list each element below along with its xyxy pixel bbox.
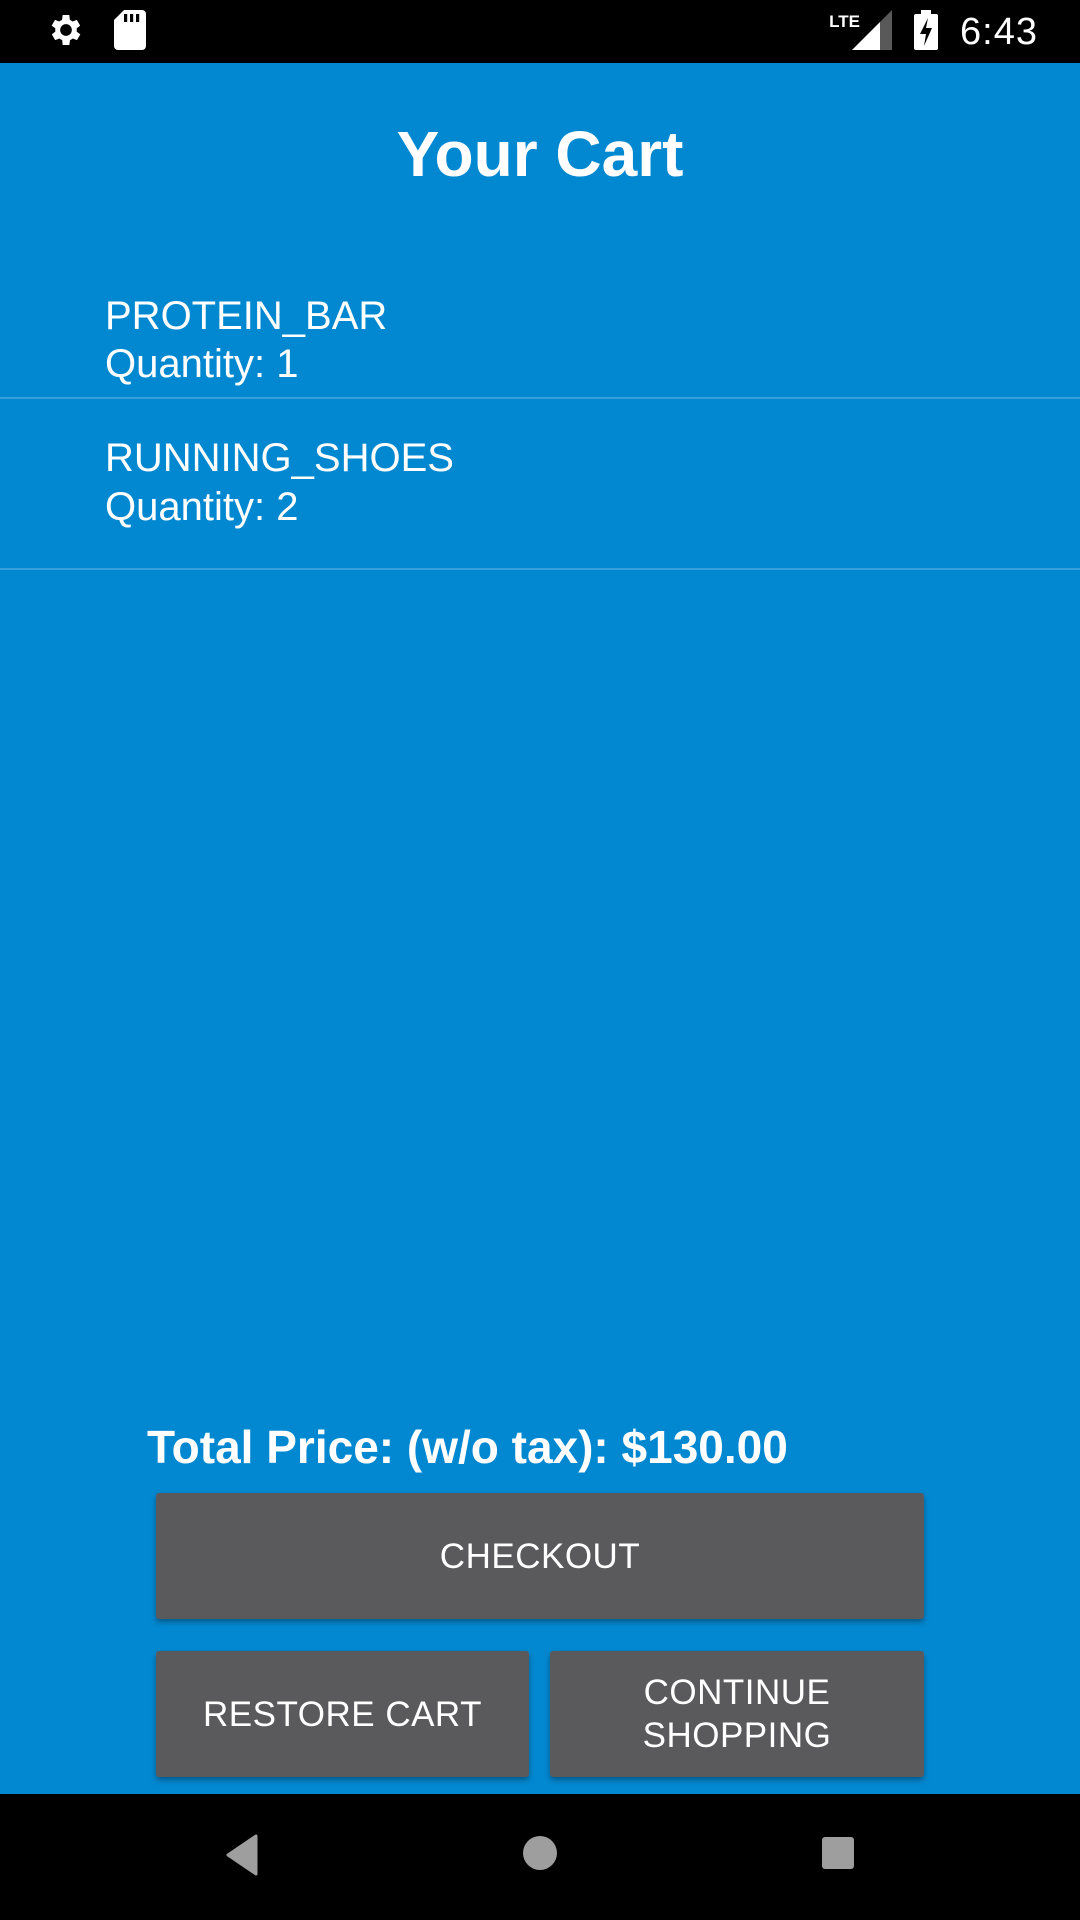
status-bar: LTE 6:43: [0, 0, 1080, 63]
screen: LTE 6:43 Your Cart PROTEIN_BAR Quantity:…: [0, 0, 1080, 1920]
total-price: Total Price: (w/o tax): $130.00: [147, 1421, 788, 1473]
item-quantity: Quantity: 2: [105, 485, 299, 529]
item-quantity: Quantity: 1: [105, 342, 299, 386]
continue-label-line2: SHOPPING: [642, 1716, 832, 1755]
restore-cart-button[interactable]: RESTORE CART: [156, 1651, 529, 1777]
navigation-bar: [0, 1794, 1080, 1920]
page-title: Your Cart: [396, 118, 684, 190]
item-name: PROTEIN_BAR: [105, 294, 388, 338]
recents-icon[interactable]: [821, 1836, 855, 1875]
continue-shopping-button[interactable]: CONTINUE SHOPPING: [550, 1651, 924, 1777]
continue-label-line1: CONTINUE: [643, 1673, 831, 1712]
cart-item[interactable]: RUNNING_SHOES Quantity: 2: [0, 399, 1080, 570]
cart-item[interactable]: PROTEIN_BAR Quantity: 1: [0, 228, 1080, 399]
back-icon[interactable]: [224, 1834, 260, 1881]
home-icon[interactable]: [521, 1834, 559, 1877]
battery-charging-icon: [914, 9, 939, 55]
lte-label: LTE: [829, 12, 861, 31]
checkout-button[interactable]: CHECKOUT: [156, 1493, 924, 1619]
cart-list: PROTEIN_BAR Quantity: 1 RUNNING_SHOES Qu…: [0, 228, 1080, 570]
cart-screen: Your Cart PROTEIN_BAR Quantity: 1 RUNNIN…: [0, 63, 1080, 1794]
item-name: RUNNING_SHOES: [105, 436, 454, 480]
sd-card-icon: [114, 10, 146, 55]
settings-icon: [46, 10, 86, 55]
status-time: 6:43: [960, 10, 1038, 53]
